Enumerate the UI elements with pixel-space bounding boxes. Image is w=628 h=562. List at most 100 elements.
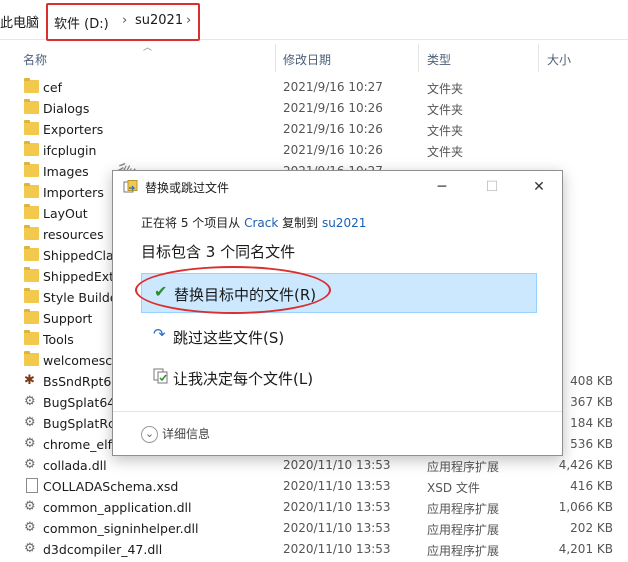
- column-divider[interactable]: [418, 44, 419, 72]
- file-size: 367 KB: [570, 395, 613, 409]
- maximize-button: ☐: [485, 179, 499, 195]
- destination-folder-link[interactable]: su2021: [322, 216, 366, 230]
- column-date[interactable]: 修改日期: [283, 51, 331, 68]
- folder-icon: [24, 120, 39, 135]
- column-name[interactable]: 名称: [23, 51, 47, 68]
- skip-files-option[interactable]: ↷ 跳过这些文件(S): [141, 317, 537, 357]
- column-size[interactable]: 大小: [547, 51, 571, 68]
- details-toggle[interactable]: ⌄ 详细信息: [141, 425, 210, 443]
- file-date: 2020/11/10 13:53: [283, 458, 391, 472]
- source-folder-link[interactable]: Crack: [244, 216, 278, 230]
- bug-app-icon: ✱: [24, 373, 35, 388]
- file-date: 2020/11/10 13:53: [283, 542, 391, 556]
- file-row[interactable]: ⚙ common_application.dll 2020/11/10 13:53 应…: [0, 497, 628, 518]
- column-type[interactable]: 类型: [427, 51, 451, 68]
- file-name: resources: [43, 227, 104, 242]
- file-type: 文件夹: [427, 103, 464, 117]
- file-name: Importers: [43, 185, 104, 200]
- folder-icon: [24, 162, 39, 177]
- file-icon: [26, 478, 38, 493]
- folder-icon: [24, 330, 39, 345]
- file-row[interactable]: COLLADASchema.xsd 2020/11/10 13:53 XSD 文件 4…: [0, 476, 628, 497]
- decide-each-file-option[interactable]: 让我决定每个文件(L): [141, 358, 537, 398]
- skip-arrow-icon: ↷: [153, 325, 166, 343]
- breadcrumb-folder[interactable]: su2021: [135, 13, 183, 28]
- decide-files-label: 让我决定每个文件(L): [173, 370, 314, 388]
- file-row[interactable]: Dialogs 2021/9/16 10:26 文件夹: [0, 98, 628, 119]
- dll-gear-icon: ⚙: [24, 541, 36, 556]
- chevron-right-icon[interactable]: ›: [34, 11, 39, 26]
- file-row[interactable]: ifcplugin 2021/9/16 10:26 文件夹: [0, 140, 628, 161]
- file-date: 2020/11/10 13:53: [283, 500, 391, 514]
- copy-progress-text: 正在将 5 个项目从 Crack 复制到 su2021: [141, 214, 366, 231]
- dialog-titlebar[interactable]: 替换或跳过文件 ─ ☐ ✕: [113, 171, 562, 201]
- file-type: XSD 文件: [427, 481, 480, 495]
- file-size: 4,426 KB: [558, 458, 613, 472]
- file-row[interactable]: ⚙ common_signinhelper.dll 2020/11/10 13:53…: [0, 518, 628, 539]
- dialog-title: 替换或跳过文件: [145, 181, 230, 195]
- file-type: 应用程序扩展: [427, 502, 500, 516]
- folder-icon: [24, 225, 39, 240]
- file-date: 2021/9/16 10:26: [283, 122, 383, 136]
- minimize-button[interactable]: ─: [419, 174, 465, 200]
- file-size: 408 KB: [570, 374, 613, 388]
- chevron-right-icon[interactable]: ›: [186, 13, 191, 28]
- file-row[interactable]: cef 2021/9/16 10:27 文件夹: [0, 77, 628, 98]
- file-date: 2021/9/16 10:26: [283, 143, 383, 157]
- details-label: 详细信息: [162, 427, 211, 441]
- file-name: Style Builder: [43, 290, 123, 305]
- column-divider[interactable]: [275, 44, 276, 72]
- file-name: ShippedClas: [43, 248, 121, 263]
- file-name: collada.dll: [43, 458, 107, 473]
- file-name: BsSndRpt64: [43, 374, 120, 389]
- folder-icon: [24, 246, 39, 261]
- folder-icon: [24, 309, 39, 324]
- file-name: Images: [43, 164, 89, 179]
- dll-gear-icon: ⚙: [24, 436, 36, 451]
- file-type: 文件夹: [427, 124, 464, 138]
- file-size: 202 KB: [570, 521, 613, 535]
- annotation-circle: [135, 266, 331, 314]
- chevron-down-icon: ⌄: [141, 426, 158, 443]
- folder-icon: [24, 78, 39, 93]
- column-header: 名称 修改日期 类型 大小: [0, 44, 628, 72]
- copy-text-middle: 复制到: [278, 216, 322, 230]
- skip-files-label: 跳过这些文件(S): [173, 329, 285, 347]
- file-type: 应用程序扩展: [427, 460, 500, 474]
- file-name: LayOut: [43, 206, 88, 221]
- file-name: ifcplugin: [43, 143, 97, 158]
- copy-files-icon: [123, 180, 138, 193]
- decide-files-icon: [153, 368, 168, 384]
- file-row[interactable]: Exporters 2021/9/16 10:26 文件夹: [0, 119, 628, 140]
- folder-icon: [24, 141, 39, 156]
- file-name: Exporters: [43, 122, 104, 137]
- file-name: common_application.dll: [43, 500, 192, 515]
- column-divider[interactable]: [538, 44, 539, 72]
- address-bar[interactable]: 此电脑 › 软件 (D:) › su2021 ›: [0, 0, 628, 41]
- file-name: Support: [43, 311, 93, 326]
- file-type: 应用程序扩展: [427, 544, 500, 558]
- file-name: BugSplatRc6: [43, 416, 123, 431]
- file-name: COLLADASchema.xsd: [43, 479, 179, 494]
- close-button[interactable]: ✕: [516, 174, 562, 200]
- dll-gear-icon: ⚙: [24, 394, 36, 409]
- file-name: d3dcompiler_47.dll: [43, 542, 163, 557]
- dll-gear-icon: ⚙: [24, 499, 36, 514]
- file-type: 文件夹: [427, 82, 464, 96]
- folder-icon: [24, 351, 39, 366]
- dialog-divider: [113, 411, 562, 412]
- file-size: 536 KB: [570, 437, 613, 451]
- dll-gear-icon: ⚙: [24, 457, 36, 472]
- file-type: 应用程序扩展: [427, 523, 500, 537]
- file-row[interactable]: ⚙ collada.dll 2020/11/10 13:53 应用程序扩展 4,426 …: [0, 455, 628, 476]
- chevron-right-icon[interactable]: ›: [122, 13, 127, 28]
- folder-icon: [24, 288, 39, 303]
- file-name: Dialogs: [43, 101, 90, 116]
- breadcrumb-highlight-box: 软件 (D:) › su2021 ›: [46, 3, 200, 41]
- file-name: common_signinhelper.dll: [43, 521, 199, 536]
- folder-icon: [24, 204, 39, 219]
- conflict-summary: 目标包含 3 个同名文件: [141, 243, 296, 261]
- replace-or-skip-dialog: 替换或跳过文件 ─ ☐ ✕ 正在将 5 个项目从 Crack 复制到 su202…: [112, 170, 563, 456]
- breadcrumb-drive[interactable]: 软件 (D:): [54, 13, 109, 32]
- file-row[interactable]: ⚙ d3dcompiler_47.dll 2020/11/10 13:53 应用程序扩…: [0, 539, 628, 560]
